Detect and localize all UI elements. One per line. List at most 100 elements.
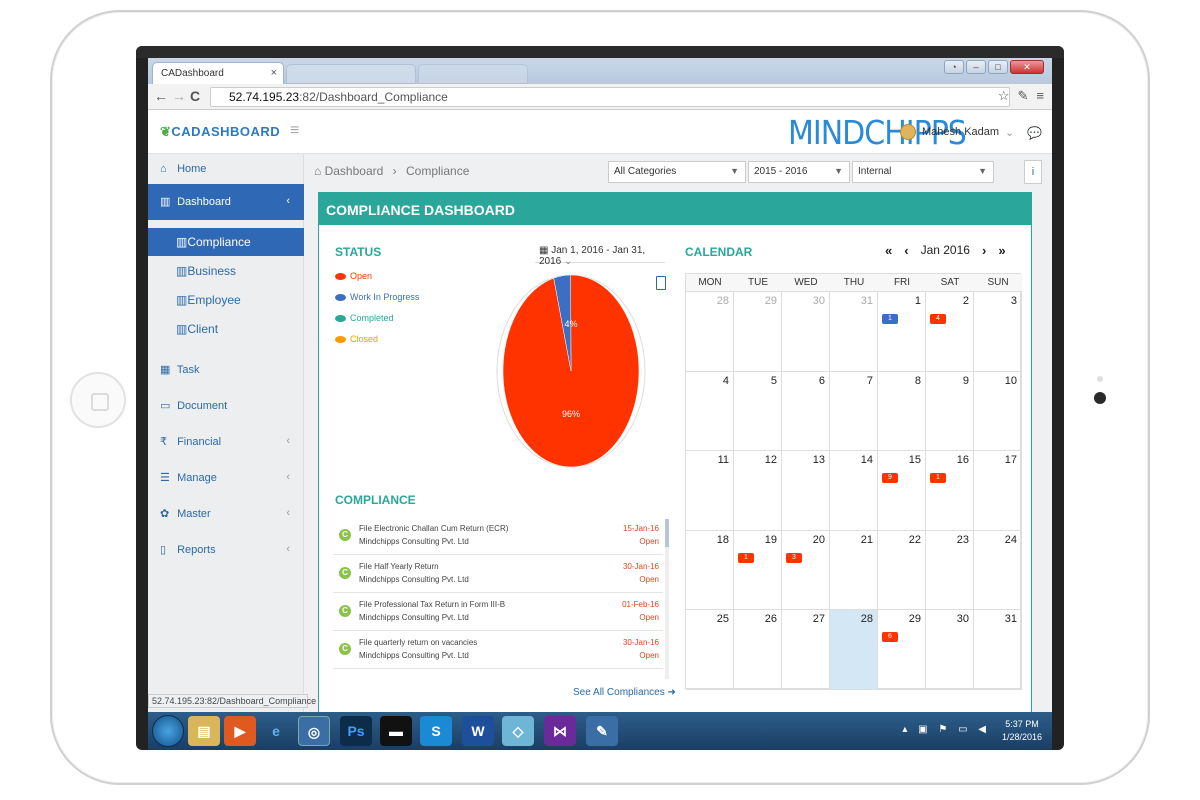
double-chevron-left-icon[interactable]: « bbox=[885, 243, 892, 258]
calendar-event-badge[interactable]: 1 bbox=[930, 473, 946, 484]
calendar-day-cell[interactable]: 30 bbox=[782, 292, 830, 372]
sidebar-sub-compliance[interactable]: ▥Compliance bbox=[148, 228, 304, 256]
media-player-icon[interactable]: ▶ bbox=[224, 716, 256, 746]
calendar-day-cell[interactable]: 23 bbox=[926, 530, 974, 611]
minimize-button[interactable]: – bbox=[966, 60, 986, 74]
category-select[interactable]: All Categories ▼ bbox=[608, 161, 746, 183]
maximize-button[interactable]: □ bbox=[988, 60, 1008, 74]
app-logo[interactable]: ❦CADASHBOARD bbox=[160, 124, 280, 140]
chevron-left-icon[interactable]: ‹ bbox=[904, 243, 908, 258]
sidebar-item-financial[interactable]: ₹ Financial ‹ bbox=[148, 426, 304, 456]
type-select[interactable]: Internal ▼ bbox=[852, 161, 994, 183]
sidebar-sub-employee[interactable]: ▥Employee bbox=[148, 286, 304, 314]
calendar-day-cell[interactable]: 26 bbox=[734, 610, 782, 690]
calendar-day-cell[interactable]: 19 1 bbox=[734, 530, 782, 611]
calendar-event-badge[interactable]: 9 bbox=[882, 473, 898, 484]
legend-item[interactable]: Completed bbox=[335, 313, 394, 323]
calendar-day-cell[interactable]: 18 bbox=[686, 530, 734, 611]
compliance-scrollbar-thumb[interactable] bbox=[665, 519, 669, 547]
browser-tab-background[interactable] bbox=[418, 64, 528, 84]
print-icon[interactable] bbox=[656, 276, 666, 290]
date-range-picker[interactable]: ▦ Jan 1, 2016 - Jan 31, 2016 ⌄ bbox=[535, 241, 665, 267]
calendar-event-badge[interactable]: 1 bbox=[882, 314, 898, 324]
calendar-day-cell[interactable]: 20 3 bbox=[782, 530, 830, 611]
reload-icon[interactable]: C bbox=[190, 88, 200, 104]
word-icon[interactable]: W bbox=[462, 716, 494, 746]
chat-icon[interactable]: 💬 bbox=[1027, 126, 1042, 140]
sidebar-item-document[interactable]: ▭ Document bbox=[148, 390, 304, 420]
compliance-row[interactable]: C File Electronic Challan Cum Return (ECR… bbox=[333, 517, 663, 555]
chrome-icon[interactable]: ◎ bbox=[298, 716, 330, 746]
compliance-row[interactable]: C File Professional Tax Return in Form II… bbox=[333, 593, 663, 631]
calendar-day-cell[interactable]: 15 9 bbox=[878, 451, 926, 531]
app-icon[interactable]: ◇ bbox=[502, 716, 534, 746]
calendar-day-cell[interactable]: 22 bbox=[878, 530, 926, 611]
menu-icon[interactable]: ≡ bbox=[1036, 88, 1044, 104]
calendar-day-cell[interactable]: 31 bbox=[974, 610, 1022, 690]
back-icon[interactable]: ← bbox=[154, 88, 168, 104]
browser-tab-background[interactable] bbox=[286, 64, 416, 84]
calendar-day-cell[interactable]: 9 bbox=[926, 371, 974, 452]
url-input[interactable]: 52.74.195.23:82/Dashboard_Compliance bbox=[210, 87, 1010, 107]
skype-icon[interactable]: S bbox=[420, 716, 452, 746]
command-prompt-icon[interactable]: ▬ bbox=[380, 716, 412, 746]
sidebar-item-task[interactable]: ▦ Task bbox=[148, 354, 304, 384]
calendar-day-cell[interactable]: 13 bbox=[782, 451, 830, 531]
visual-studio-icon[interactable]: ⋈ bbox=[544, 716, 576, 746]
sidebar-sub-business[interactable]: ▥Business bbox=[148, 257, 304, 285]
photoshop-icon[interactable]: Ps bbox=[340, 716, 372, 746]
sidebar-item-manage[interactable]: ☰ Manage ‹ bbox=[148, 462, 304, 492]
calendar-day-cell[interactable]: 30 bbox=[926, 610, 974, 690]
calendar-day-cell[interactable]: 28 bbox=[830, 610, 878, 690]
calendar-event-badge[interactable]: 6 bbox=[882, 632, 898, 643]
calendar-day-cell[interactable]: 8 bbox=[878, 371, 926, 452]
internet-explorer-icon[interactable]: e bbox=[260, 716, 292, 746]
calendar-day-cell[interactable]: 24 bbox=[926, 292, 974, 372]
user-icon[interactable]: ◔ bbox=[944, 60, 964, 74]
calendar-day-cell[interactable]: 6 bbox=[782, 371, 830, 452]
sidebar-item-dashboard[interactable]: ▥ Dashboard ‹ bbox=[148, 184, 304, 220]
calendar-day-cell[interactable]: 16 1 bbox=[926, 451, 974, 531]
calendar-day-cell[interactable]: 14 bbox=[830, 451, 878, 531]
calendar-day-cell[interactable]: 27 bbox=[782, 610, 830, 690]
sidebar-item-home[interactable]: ⌂ Home bbox=[148, 154, 304, 184]
calendar-day-cell[interactable]: 11 bbox=[878, 292, 926, 372]
calendar-day-cell[interactable]: 4 bbox=[686, 371, 734, 452]
calendar-event-badge[interactable]: 4 bbox=[930, 314, 946, 324]
compliance-row[interactable]: C File quarterly return on vacancies Mindc… bbox=[333, 631, 663, 669]
breadcrumb-root[interactable]: Dashboard bbox=[325, 164, 384, 178]
calendar-day-cell[interactable]: 29 6 bbox=[878, 610, 926, 690]
legend-item[interactable]: Closed bbox=[335, 334, 378, 344]
calendar-day-cell[interactable]: 12 bbox=[734, 451, 782, 531]
paint-icon[interactable]: ✎ bbox=[586, 716, 618, 746]
calendar-event-badge[interactable]: 1 bbox=[738, 552, 754, 563]
close-button[interactable]: ✕ bbox=[1010, 60, 1044, 74]
user-menu[interactable]: Mahesh Kadam ⌄ bbox=[900, 124, 1014, 140]
calendar-day-cell[interactable]: 29 bbox=[734, 292, 782, 372]
calendar-day-cell[interactable]: 17 bbox=[974, 451, 1022, 531]
double-chevron-right-icon[interactable]: » bbox=[998, 243, 1005, 258]
star-icon[interactable]: ☆ bbox=[998, 88, 1010, 104]
chevron-right-icon[interactable]: › bbox=[982, 243, 986, 258]
sidebar-sub-client[interactable]: ▥Client bbox=[148, 315, 304, 343]
calendar-day-cell[interactable]: 25 bbox=[686, 610, 734, 690]
calendar-day-cell[interactable]: 21 bbox=[830, 530, 878, 611]
calendar-event-badge[interactable]: 3 bbox=[786, 552, 802, 563]
hamburger-icon[interactable]: ≡ bbox=[290, 122, 299, 140]
legend-item[interactable]: Work In Progress bbox=[335, 292, 419, 302]
browser-tab-active[interactable]: CADashboard × bbox=[152, 62, 284, 84]
see-all-compliances-link[interactable]: See All Compliances ➜ bbox=[573, 687, 676, 698]
tab-close-icon[interactable]: × bbox=[271, 67, 277, 79]
calendar-day-cell[interactable]: 10 bbox=[974, 371, 1022, 452]
calendar-day-cell[interactable]: 11 bbox=[686, 451, 734, 531]
start-button[interactable] bbox=[152, 715, 184, 747]
calendar-day-cell[interactable]: 3 bbox=[974, 292, 1022, 372]
calendar-day-cell[interactable]: 28 bbox=[686, 292, 734, 372]
extension-icon[interactable]: ✎ bbox=[1018, 88, 1029, 104]
calendar-day-cell[interactable]: 31 bbox=[830, 292, 878, 372]
sidebar-item-master[interactable]: ✿ Master ‹ bbox=[148, 498, 304, 528]
sidebar-item-reports[interactable]: ▯ Reports ‹ bbox=[148, 534, 304, 564]
legend-item[interactable]: Open bbox=[335, 271, 372, 281]
year-select[interactable]: 2015 - 2016 ▼ bbox=[748, 161, 850, 183]
system-tray-icons[interactable]: ▴ ▣ ⚑ ▭ ◀ bbox=[902, 724, 990, 735]
